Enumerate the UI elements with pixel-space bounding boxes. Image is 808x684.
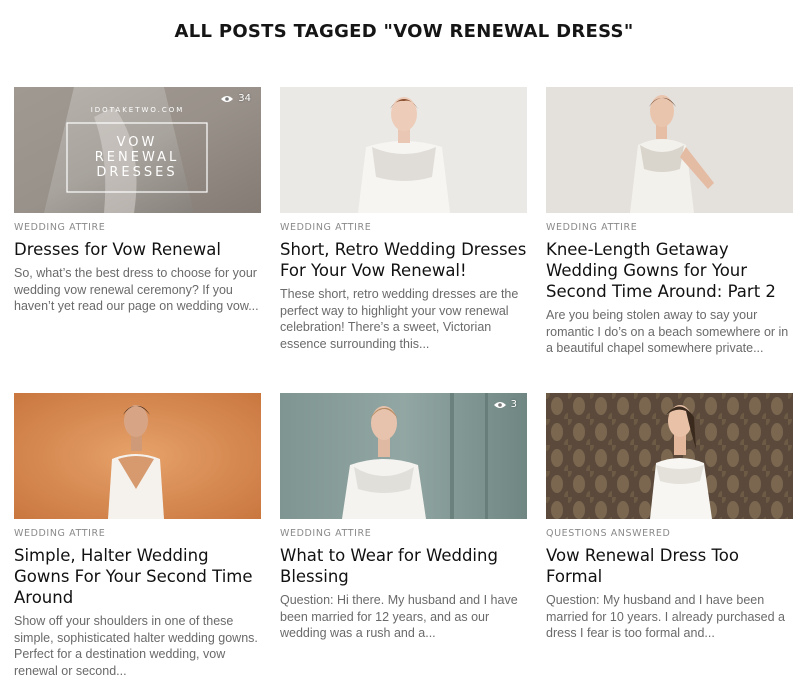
post-excerpt: These short, retro wedding dresses are t… <box>280 287 519 351</box>
post-thumbnail-image <box>546 87 793 213</box>
post-category[interactable]: WEDDING ATTIRE <box>546 222 793 233</box>
post-thumbnail-image <box>280 87 527 213</box>
post-title[interactable]: What to Wear for Wedding Blessing <box>280 545 527 587</box>
view-count-number: 3 <box>510 399 517 410</box>
post-excerpt: So, what’s the best dress to choose for … <box>14 266 259 313</box>
post-title[interactable]: Simple, Halter Wedding Gowns For Your Se… <box>14 545 261 608</box>
post-category[interactable]: WEDDING ATTIRE <box>14 528 261 539</box>
post-card: QUESTIONS ANSWERED Vow Renewal Dress Too… <box>546 393 793 642</box>
post-thumbnail-link[interactable] <box>14 393 261 519</box>
post-category[interactable]: QUESTIONS ANSWERED <box>546 528 793 539</box>
eye-icon <box>493 401 506 408</box>
post-excerpt: Show off your shoulders in one of these … <box>14 614 258 678</box>
post-title[interactable]: Dresses for Vow Renewal <box>14 239 261 260</box>
view-count-number: 34 <box>238 93 251 104</box>
post-category[interactable]: WEDDING ATTIRE <box>14 222 261 233</box>
thumbnail-text-line3: DRESSES <box>96 165 178 180</box>
thumbnail-text-line1: VOW <box>116 135 158 150</box>
post-category[interactable]: WEDDING ATTIRE <box>280 222 527 233</box>
page-title: ALL POSTS TAGGED "VOW RENEWAL DRESS" <box>174 21 634 42</box>
eye-icon <box>221 95 234 102</box>
post-thumbnail-image <box>280 393 527 519</box>
post-thumbnail-link[interactable]: 3 <box>280 393 527 519</box>
thumbnail-site-text: IDOTAKETWO.COM <box>90 106 185 114</box>
post-title[interactable]: Vow Renewal Dress Too Formal <box>546 545 793 587</box>
view-count: 3 <box>493 399 517 410</box>
post-thumbnail-link[interactable]: IDOTAKETWO.COM VOW RENEWAL DRESSES 34 <box>14 87 261 213</box>
post-excerpt: Question: My husband and I have been mar… <box>546 593 786 640</box>
post-thumbnail-image <box>14 393 261 519</box>
post-card: WEDDING ATTIRE Knee-Length Getaway Weddi… <box>546 87 793 357</box>
post-thumbnail-image <box>546 393 793 519</box>
post-title[interactable]: Short, Retro Wedding Dresses For Your Vo… <box>280 239 527 281</box>
post-title[interactable]: Knee-Length Getaway Wedding Gowns for Yo… <box>546 239 793 302</box>
post-card: IDOTAKETWO.COM VOW RENEWAL DRESSES 34 WE… <box>14 87 261 315</box>
post-thumbnail-link[interactable] <box>546 87 793 213</box>
view-count: 34 <box>221 93 251 104</box>
post-card: WEDDING ATTIRE Short, Retro Wedding Dres… <box>280 87 527 352</box>
post-card: 3 WEDDING ATTIRE What to Wear for Weddin… <box>280 393 527 642</box>
post-excerpt: Are you being stolen away to say your ro… <box>546 308 789 355</box>
post-thumbnail-link[interactable] <box>546 393 793 519</box>
post-thumbnail-link[interactable] <box>280 87 527 213</box>
thumbnail-text-line2: RENEWAL <box>94 150 180 165</box>
post-card: WEDDING ATTIRE Simple, Halter Wedding Go… <box>14 393 261 679</box>
post-excerpt: Question: Hi there. My husband and I hav… <box>280 593 518 640</box>
post-category[interactable]: WEDDING ATTIRE <box>280 528 527 539</box>
